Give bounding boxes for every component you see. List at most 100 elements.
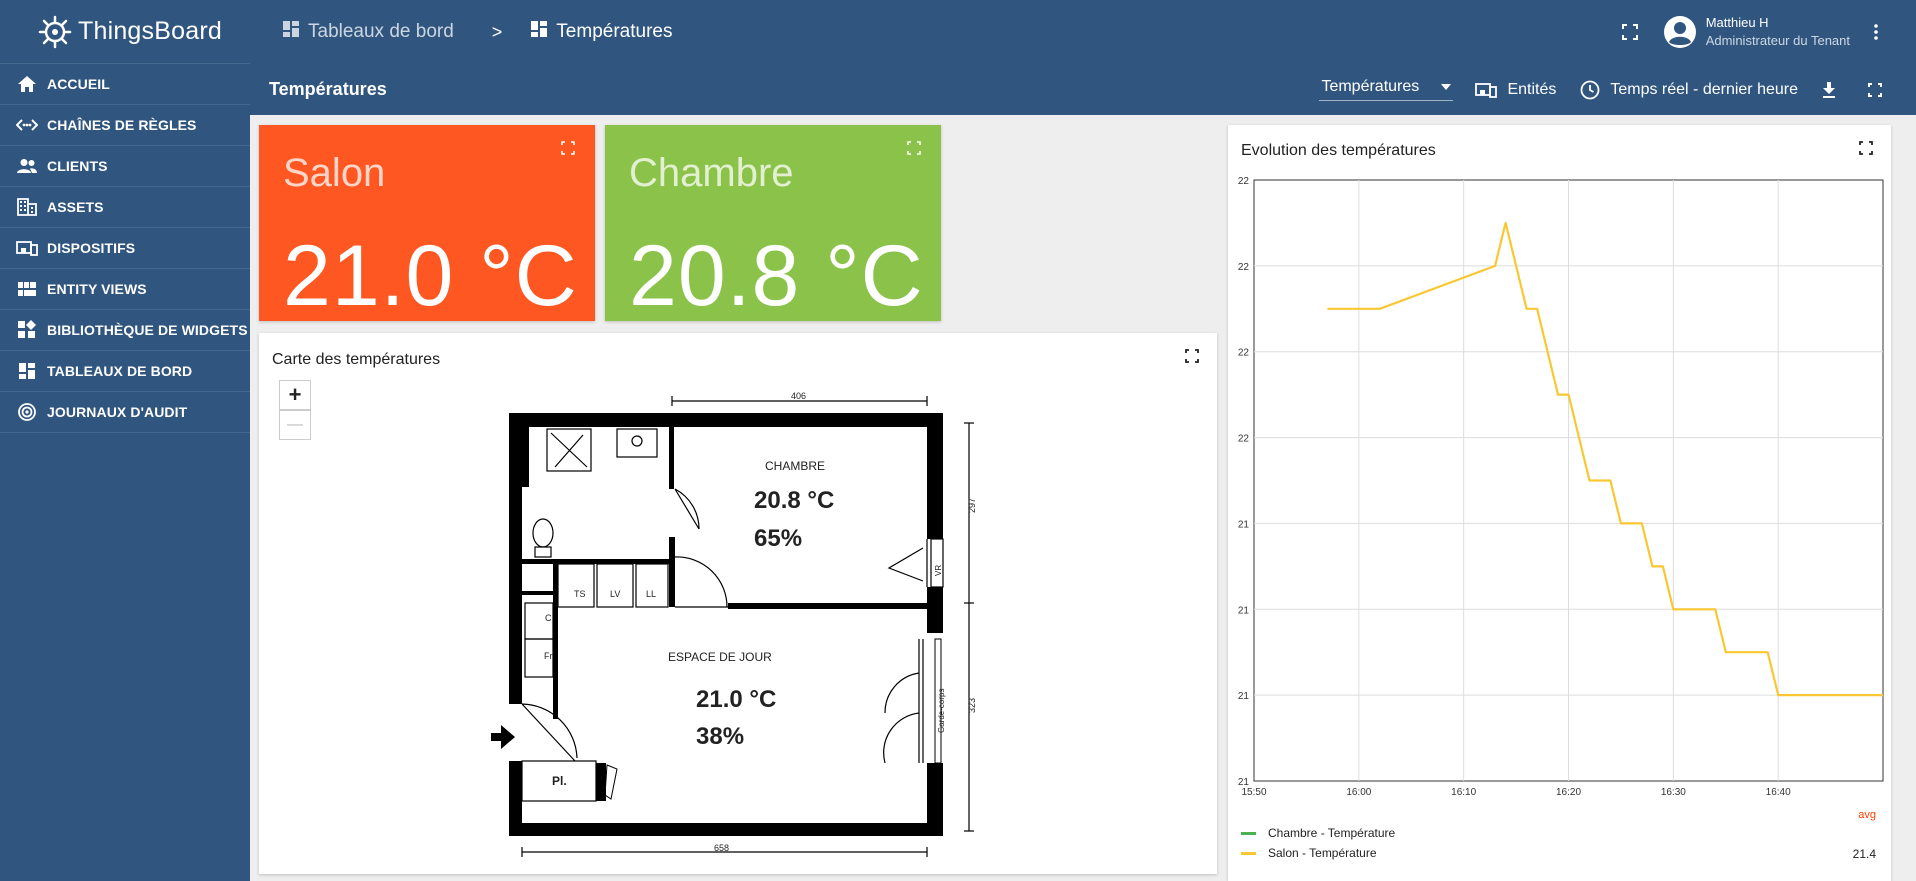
dashboards-icon [530,20,548,44]
dashboards-icon [16,360,38,382]
fixture-label: Garde-corps [937,688,946,733]
x-tick-label: 16:00 [1346,787,1371,798]
y-tick-label: 21 [1238,691,1250,702]
jour-temperature: 21.0 °C [696,686,777,713]
legend-label: Chambre - Température [1268,826,1396,840]
floor-plan [491,396,974,857]
sidebar-item-chaines-de-regles[interactable]: CHAÎNES DE RÈGLES [0,105,250,146]
legend-swatch [1241,831,1256,835]
user-role: Administrateur du Tenant [1705,33,1850,48]
legend-avg-salon: 21.4 [1852,847,1876,861]
sidebar-item-bibliotheque-de-widgets[interactable]: BIBLIOTHÈQUE DE WIDGETS [0,310,250,351]
breadcrumb-dashboards[interactable]: Tableaux de bord [282,20,454,44]
fixture-label: LV [610,589,621,599]
more-vert-icon[interactable] [1874,24,1878,40]
user-area: Matthieu H Administrateur du Tenant [1621,0,1916,64]
timewindow-button[interactable]: Temps réel - dernier heure [1580,80,1798,100]
card-value: 21.0 °C [283,228,578,324]
fullscreen-icon[interactable] [1868,82,1882,97]
chambre-humidity: 65% [754,525,803,552]
clients-icon [16,155,38,177]
chambre-temperature-card: Chambre 20.8 °C [605,125,941,324]
dashboard-title: Températures [269,79,387,99]
dashboards-icon [282,20,300,44]
dashboard-tools: Températures Entités Temps réel - dernie… [1319,64,1916,115]
y-tick-label: 22 [1238,262,1250,273]
sidebar-item-tableaux-de-bord[interactable]: TABLEAUX DE BORD [0,351,250,392]
entity-views-icon [16,278,38,300]
x-tick-label: 16:20 [1556,787,1581,798]
sidebar-item-label: JOURNAUX D'AUDIT [47,404,188,420]
logo-text: ThingsBoard [78,17,222,45]
sidebar-item-label: ASSETS [47,199,104,215]
fullscreen-icon[interactable] [561,141,577,157]
sidebar-item-journaux-d-audit[interactable]: JOURNAUX D'AUDIT [0,392,250,433]
timewindow-label: Temps réel - dernier heure [1610,80,1798,98]
card-value: 20.8 °C [629,228,924,324]
breadcrumb-label: Températures [556,21,673,42]
sidebar-item-label: BIBLIOTHÈQUE DE WIDGETS [47,322,248,338]
x-tick-label: 16:30 [1661,787,1686,798]
sidebar-item-label: CLIENTS [47,158,108,174]
fixture-label: Fr [544,651,553,661]
room-label-chambre: CHAMBRE [765,459,826,473]
dimension-label: 297 [967,497,977,513]
dimension-label: 658 [714,843,730,853]
sidebar-item-accueil[interactable]: ACCUEIL [0,64,250,105]
entities-button[interactable]: Entités [1475,81,1556,99]
audit-logs-icon [16,401,38,423]
sidebar-item-label: TABLEAUX DE BORD [47,363,193,379]
breadcrumb-separator: > [491,21,503,42]
y-tick-label: 22 [1238,348,1250,359]
fixture-label: C [545,613,552,623]
sidebar-item-label: ENTITY VIEWS [47,281,147,297]
line-chart[interactable]: 212121212222222215:50 16:00 16:10 16:20 16:3… [1228,125,1891,805]
logo[interactable]: ThingsBoard [0,0,250,64]
y-tick-label: 22 [1238,434,1250,445]
devices-icon [1475,82,1498,98]
fullscreen-icon[interactable] [907,141,923,157]
card-title: Salon [283,151,386,195]
top-bar: Tableaux de bord > Températures Matthieu… [250,0,1916,64]
user-name: Matthieu H [1705,15,1769,30]
legend-swatch [1241,851,1256,855]
thingsboard-logo-icon [36,13,74,51]
legend-item-salon[interactable]: Salon - Température [1241,846,1377,860]
fixture-label: LL [646,589,657,599]
dimension-label: 406 [791,391,807,401]
sidebar-item-assets[interactable]: ASSETS [0,187,250,228]
sidebar-item-dispositifs[interactable]: DISPOSITIFS [0,228,250,269]
fixture-label: VR [934,564,943,576]
dimension-label: 323 [967,697,977,713]
x-tick-label: 15:50 [1241,787,1266,798]
sidebar-item-label: CHAÎNES DE RÈGLES [47,117,197,133]
legend-header-avg: avg [1858,809,1876,821]
temperature-map-widget: Carte des températures + — 406 658 297 3… [259,333,1217,874]
sidebar-item-entity-views[interactable]: ENTITY VIEWS [0,269,250,310]
card-title: Chambre [629,151,794,195]
home-icon [16,73,38,95]
legend-item-chambre[interactable]: Chambre - Température [1241,826,1395,840]
y-tick-label: 21 [1238,519,1250,530]
sidebar-item-label: DISPOSITIFS [47,240,136,256]
dropdown-arrow-icon [1441,84,1452,90]
legend-label: Salon - Température [1268,846,1377,860]
assets-icon [16,196,38,218]
state-select[interactable]: Températures [1319,78,1454,101]
chambre-temperature: 20.8 °C [754,487,835,514]
y-tick-label: 21 [1238,605,1250,616]
room-label-espace-de-jour: ESPACE DE JOUR [668,650,772,664]
avatar[interactable] [1663,16,1696,48]
breadcrumb-label: Tableaux de bord [308,21,454,42]
clock-icon [1580,80,1600,100]
breadcrumb-current: Températures [530,20,672,44]
entities-label: Entités [1507,80,1557,98]
user-info[interactable]: Matthieu H Administrateur du Tenant [1706,14,1850,50]
dashboard-toolbar: Températures Températures Entités Temps … [250,64,1916,115]
sidebar: ThingsBoard ACCUEIL CHAÎNES DE RÈGLES CL… [0,0,250,881]
fullscreen-icon[interactable] [1621,24,1638,40]
download-icon[interactable] [1822,81,1836,98]
series-line-salon-temp-rature [1327,221,1883,697]
temperature-chart-widget: Evolution des températures 21 21 21 21 22 22 2… [1228,125,1891,881]
sidebar-item-clients[interactable]: CLIENTS [0,146,250,187]
